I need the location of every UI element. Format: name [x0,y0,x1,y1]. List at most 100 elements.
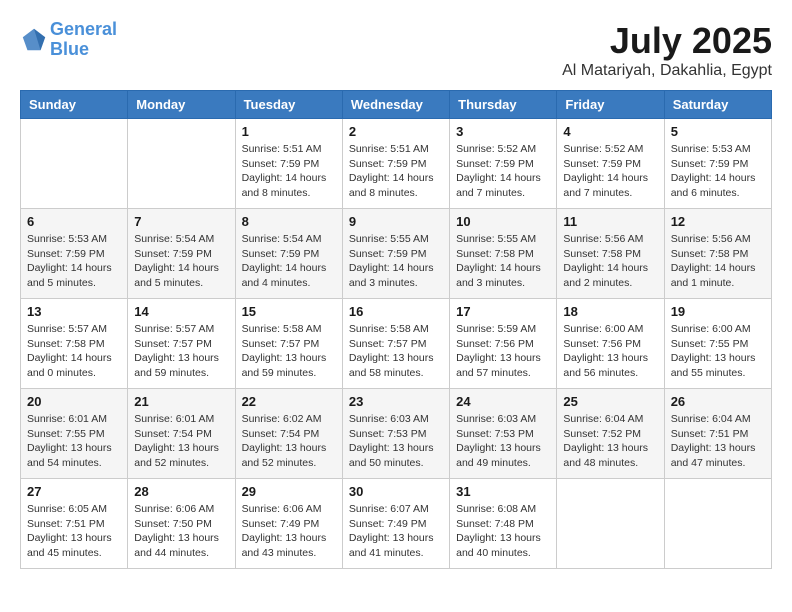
day-info: Sunrise: 6:07 AM Sunset: 7:49 PM Dayligh… [349,502,443,561]
day-number: 2 [349,124,443,139]
day-number: 6 [27,214,121,229]
month-title: July 2025 [562,20,772,62]
calendar-cell: 2Sunrise: 5:51 AM Sunset: 7:59 PM Daylig… [342,119,449,209]
calendar-cell: 11Sunrise: 5:56 AM Sunset: 7:58 PM Dayli… [557,209,664,299]
weekday-header-tuesday: Tuesday [235,91,342,119]
calendar-cell: 3 Sunrise: 5:52 AM Sunset: 7:59 PM Daylig… [450,119,557,209]
calendar-cell: 12 Sunrise: 5:56 AM Sunset: 7:58 PM Dayli… [664,209,771,299]
calendar-cell: 25 Sunrise: 6:04 AM Sunset: 7:52 PM Dayli… [557,389,664,479]
day-number: 11 [563,214,657,229]
calendar-cell: 24Sunrise: 6:03 AM Sunset: 7:53 PM Dayli… [450,389,557,479]
calendar-week-2: 6 Sunrise: 5:53 AM Sunset: 7:59 PM Daylig… [21,209,772,299]
calendar-cell: 9Sunrise: 5:55 AM Sunset: 7:59 PM Daylig… [342,209,449,299]
calendar-cell: 5Sunrise: 5:53 AM Sunset: 7:59 PM Daylig… [664,119,771,209]
day-number: 23 [349,394,443,409]
day-number: 21 [134,394,228,409]
day-info: Sunrise: 5:54 AM Sunset: 7:59 PM Dayligh… [242,232,336,291]
calendar-cell: 10 Sunrise: 5:55 AM Sunset: 7:58 PM Dayli… [450,209,557,299]
weekday-header-monday: Monday [128,91,235,119]
calendar-cell [664,479,771,569]
weekday-header-sunday: Sunday [21,91,128,119]
day-number: 17 [456,304,550,319]
day-number: 29 [242,484,336,499]
calendar-cell: 6 Sunrise: 5:53 AM Sunset: 7:59 PM Daylig… [21,209,128,299]
day-info: Sunrise: 6:01 AM Sunset: 7:55 PM Dayligh… [27,412,121,471]
page-header: General Blue July 2025 Al Matariyah, Dak… [20,20,772,80]
calendar-cell: 17Sunrise: 5:59 AM Sunset: 7:56 PM Dayli… [450,299,557,389]
day-info: Sunrise: 5:55 AM Sunset: 7:58 PM Dayligh… [456,232,550,291]
calendar-cell: 19Sunrise: 6:00 AM Sunset: 7:55 PM Dayli… [664,299,771,389]
day-info: Sunrise: 6:01 AM Sunset: 7:54 PM Dayligh… [134,412,228,471]
logo: General Blue [20,20,117,60]
day-info: Sunrise: 5:57 AM Sunset: 7:58 PM Dayligh… [27,322,121,381]
calendar-cell: 16 Sunrise: 5:58 AM Sunset: 7:57 PM Dayli… [342,299,449,389]
calendar-week-4: 20 Sunrise: 6:01 AM Sunset: 7:55 PM Dayli… [21,389,772,479]
day-info: Sunrise: 5:58 AM Sunset: 7:57 PM Dayligh… [349,322,443,381]
day-number: 20 [27,394,121,409]
calendar-cell [557,479,664,569]
day-number: 7 [134,214,228,229]
day-info: Sunrise: 5:57 AM Sunset: 7:57 PM Dayligh… [134,322,228,381]
calendar-cell: 13 Sunrise: 5:57 AM Sunset: 7:58 PM Dayli… [21,299,128,389]
calendar-cell: 31Sunrise: 6:08 AM Sunset: 7:48 PM Dayli… [450,479,557,569]
location-title: Al Matariyah, Dakahlia, Egypt [562,62,772,80]
calendar-cell: 1Sunrise: 5:51 AM Sunset: 7:59 PM Daylig… [235,119,342,209]
day-number: 10 [456,214,550,229]
calendar-cell: 30 Sunrise: 6:07 AM Sunset: 7:49 PM Dayli… [342,479,449,569]
calendar-week-5: 27 Sunrise: 6:05 AM Sunset: 7:51 PM Dayli… [21,479,772,569]
calendar-cell: 20 Sunrise: 6:01 AM Sunset: 7:55 PM Dayli… [21,389,128,479]
day-number: 19 [671,304,765,319]
day-number: 25 [563,394,657,409]
calendar-cell: 21 Sunrise: 6:01 AM Sunset: 7:54 PM Dayli… [128,389,235,479]
calendar-cell [128,119,235,209]
calendar-cell: 8Sunrise: 5:54 AM Sunset: 7:59 PM Daylig… [235,209,342,299]
logo-icon [20,26,48,54]
day-number: 4 [563,124,657,139]
logo-text: General Blue [50,20,117,60]
calendar-cell: 14 Sunrise: 5:57 AM Sunset: 7:57 PM Dayli… [128,299,235,389]
calendar-cell: 23 Sunrise: 6:03 AM Sunset: 7:53 PM Dayli… [342,389,449,479]
day-number: 27 [27,484,121,499]
calendar-cell: 26Sunrise: 6:04 AM Sunset: 7:51 PM Dayli… [664,389,771,479]
day-info: Sunrise: 6:00 AM Sunset: 7:56 PM Dayligh… [563,322,657,381]
calendar-cell: 4 Sunrise: 5:52 AM Sunset: 7:59 PM Daylig… [557,119,664,209]
day-number: 30 [349,484,443,499]
calendar-body: 1Sunrise: 5:51 AM Sunset: 7:59 PM Daylig… [21,119,772,569]
day-number: 15 [242,304,336,319]
day-info: Sunrise: 5:52 AM Sunset: 7:59 PM Dayligh… [563,142,657,201]
weekday-header-wednesday: Wednesday [342,91,449,119]
day-info: Sunrise: 5:53 AM Sunset: 7:59 PM Dayligh… [27,232,121,291]
calendar-week-1: 1Sunrise: 5:51 AM Sunset: 7:59 PM Daylig… [21,119,772,209]
calendar-table: SundayMondayTuesdayWednesdayThursdayFrid… [20,90,772,569]
day-number: 16 [349,304,443,319]
calendar-cell: 27 Sunrise: 6:05 AM Sunset: 7:51 PM Dayli… [21,479,128,569]
day-number: 12 [671,214,765,229]
calendar-cell: 7 Sunrise: 5:54 AM Sunset: 7:59 PM Daylig… [128,209,235,299]
calendar-cell: 22Sunrise: 6:02 AM Sunset: 7:54 PM Dayli… [235,389,342,479]
title-block: July 2025 Al Matariyah, Dakahlia, Egypt [562,20,772,80]
day-number: 1 [242,124,336,139]
weekday-header-thursday: Thursday [450,91,557,119]
day-number: 18 [563,304,657,319]
calendar-week-3: 13 Sunrise: 5:57 AM Sunset: 7:58 PM Dayli… [21,299,772,389]
day-number: 3 [456,124,550,139]
day-info: Sunrise: 5:54 AM Sunset: 7:59 PM Dayligh… [134,232,228,291]
day-info: Sunrise: 6:05 AM Sunset: 7:51 PM Dayligh… [27,502,121,561]
day-number: 13 [27,304,121,319]
day-info: Sunrise: 6:03 AM Sunset: 7:53 PM Dayligh… [349,412,443,471]
day-info: Sunrise: 6:04 AM Sunset: 7:52 PM Dayligh… [563,412,657,471]
day-info: Sunrise: 5:52 AM Sunset: 7:59 PM Dayligh… [456,142,550,201]
day-info: Sunrise: 6:04 AM Sunset: 7:51 PM Dayligh… [671,412,765,471]
weekday-header-saturday: Saturday [664,91,771,119]
weekday-header-friday: Friday [557,91,664,119]
day-number: 9 [349,214,443,229]
calendar-cell [21,119,128,209]
day-info: Sunrise: 6:06 AM Sunset: 7:49 PM Dayligh… [242,502,336,561]
day-number: 14 [134,304,228,319]
day-info: Sunrise: 5:53 AM Sunset: 7:59 PM Dayligh… [671,142,765,201]
day-info: Sunrise: 5:58 AM Sunset: 7:57 PM Dayligh… [242,322,336,381]
calendar-cell: 29 Sunrise: 6:06 AM Sunset: 7:49 PM Dayli… [235,479,342,569]
calendar-cell: 28Sunrise: 6:06 AM Sunset: 7:50 PM Dayli… [128,479,235,569]
calendar-header: SundayMondayTuesdayWednesdayThursdayFrid… [21,91,772,119]
day-info: Sunrise: 5:56 AM Sunset: 7:58 PM Dayligh… [671,232,765,291]
